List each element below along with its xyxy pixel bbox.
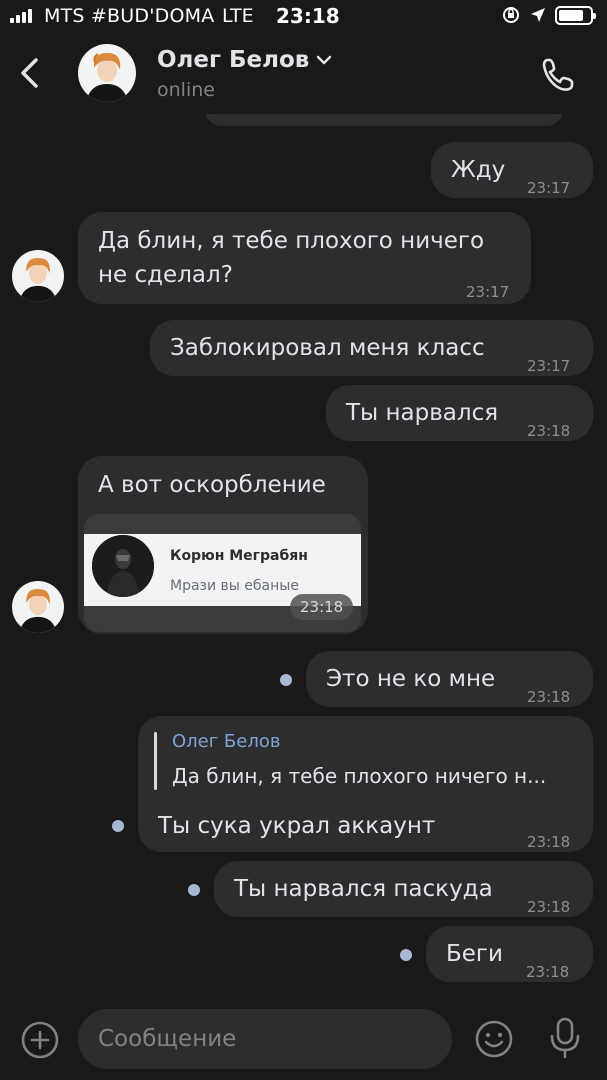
message-text: Ты нарвался паскуда [234, 876, 493, 902]
message-text: А вот оскорбление [98, 472, 326, 498]
composer-bar [0, 1004, 607, 1080]
message-time: 23:18 [527, 833, 571, 851]
message-text: Да блин, я тебе плохого ничего [98, 228, 485, 254]
forwarded-screenshot[interactable]: Корюн Меграбян Мрази вы ебаные 23:18 [84, 514, 361, 632]
signal-strength-icon [10, 9, 32, 23]
message-incoming[interactable]: А вот оскорбление Корюн Меграбян Мрази в… [78, 456, 368, 634]
microphone-icon[interactable] [545, 1016, 585, 1060]
message-time: 23:17 [527, 179, 571, 197]
status-icons [501, 5, 596, 25]
chevron-down-icon[interactable] [314, 50, 334, 70]
emoji-icon[interactable] [474, 1019, 514, 1059]
message-time: 23:18 [527, 422, 571, 440]
back-arrow-icon[interactable] [14, 56, 48, 90]
message-time: 23:17 [527, 357, 571, 375]
sender-avatar[interactable] [12, 250, 64, 302]
message-time: 23:18 [526, 963, 570, 981]
message-text: Ты сука украл аккаунт [158, 813, 436, 839]
status-clock: 23:18 [276, 4, 340, 28]
chat-header: Олег Белов online [0, 34, 607, 114]
message-text-line2: не сделал? [98, 262, 233, 288]
contact-avatar[interactable] [78, 44, 136, 102]
status-bar: MTS #BUD'DOMA LTE 23:18 [0, 0, 607, 34]
message-bubble-partial [205, 114, 563, 126]
reply-quote-text[interactable]: Да блин, я тебе плохого ничего н... [172, 762, 582, 790]
carrier-name: MTS #BUD'DOMA [44, 5, 215, 27]
message-input[interactable] [78, 1009, 452, 1069]
phone-icon[interactable] [538, 54, 578, 94]
message-list[interactable]: Жду 23:17 Да блин, я тебе плохого ничего… [0, 114, 607, 1004]
attach-plus-icon[interactable] [20, 1020, 60, 1060]
message-time: 23:18 [527, 688, 571, 706]
forwarded-avatar [92, 535, 154, 597]
message-text: Заблокировал меня класс [170, 335, 485, 361]
location-arrow-icon [531, 8, 545, 22]
reply-quote-bar [154, 732, 157, 790]
message-text: Это не ко мне [326, 666, 496, 692]
battery-icon [555, 5, 596, 25]
forwarded-text: Мрази вы ебаные [170, 578, 299, 594]
unread-indicator [280, 674, 292, 686]
message-outgoing[interactable]: Ты нарвался 23:18 [326, 385, 593, 441]
message-time: 23:17 [466, 283, 510, 301]
message-outgoing[interactable]: Заблокировал меня класс 23:17 [150, 320, 593, 376]
unread-indicator [400, 949, 412, 961]
message-incoming[interactable]: Да блин, я тебе плохого ничего не сделал… [78, 212, 531, 304]
message-text: Беги [446, 941, 503, 967]
message-outgoing[interactable]: Это не ко мне 23:18 [306, 651, 593, 707]
message-time: 23:18 [290, 594, 354, 620]
message-text: Ты нарвался [346, 400, 499, 426]
reply-sender-name[interactable]: Олег Белов [172, 730, 280, 754]
contact-name[interactable]: Олег Белов [157, 47, 309, 73]
message-outgoing[interactable]: Беги 23:18 [426, 926, 593, 982]
unread-indicator [112, 820, 124, 832]
contact-status: online [157, 79, 215, 101]
message-outgoing[interactable]: Жду 23:17 [431, 142, 593, 198]
orientation-lock-icon [503, 7, 519, 23]
message-outgoing-reply[interactable]: Олег Белов Да блин, я тебе плохого ничег… [138, 716, 593, 852]
sender-avatar[interactable] [12, 581, 64, 633]
unread-indicator [188, 884, 200, 896]
message-text: Жду [451, 157, 506, 183]
message-time: 23:18 [527, 898, 571, 916]
message-outgoing[interactable]: Ты нарвался паскуда 23:18 [214, 861, 593, 917]
network-type: LTE [222, 5, 254, 27]
battery-level [559, 9, 583, 21]
